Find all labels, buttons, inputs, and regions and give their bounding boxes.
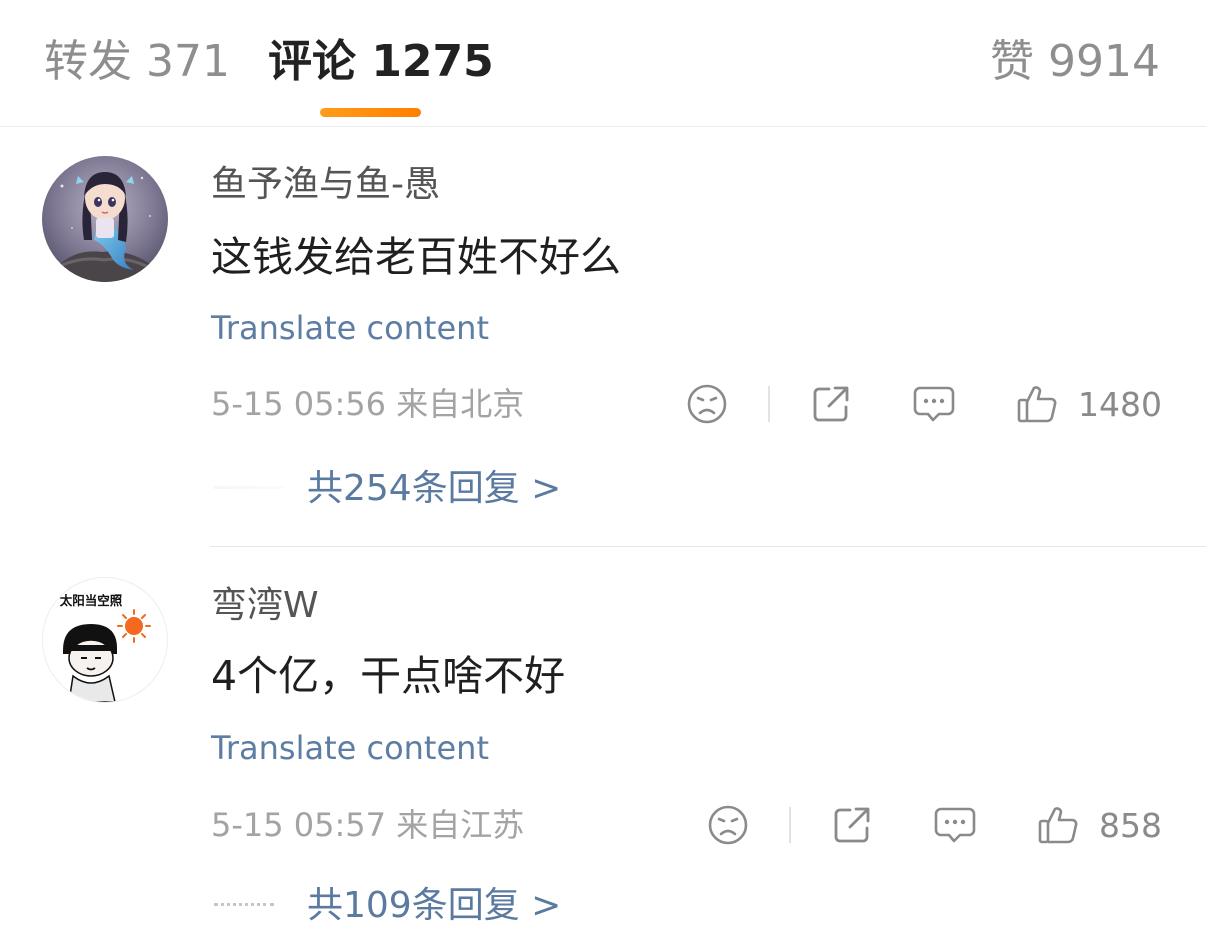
dislike-button[interactable] (686, 383, 728, 425)
tab-repost[interactable]: 转发 371 (44, 32, 230, 92)
thumbs-up-icon (1017, 386, 1057, 423)
thumbs-up-icon (1038, 807, 1078, 844)
sunbathing-cartoon-avatar-icon: 太阳当空照 (43, 578, 167, 702)
like-count: 858 (1099, 805, 1162, 845)
tab-like[interactable]: 赞 9914 (990, 32, 1160, 92)
share-icon (813, 386, 849, 422)
reply-indicator-line (214, 903, 274, 906)
share-button[interactable] (810, 383, 852, 425)
comment-button[interactable] (933, 804, 977, 846)
translate-link[interactable]: Translate content (211, 308, 489, 348)
avatar[interactable] (42, 156, 168, 282)
view-replies-link[interactable]: 共254条回复 > (307, 466, 561, 512)
tab-comment[interactable]: 评论 1275 (268, 32, 494, 92)
tab-bar: 转发 371 评论 1275 赞 9914 (0, 0, 1206, 127)
avatar-caption: 太阳当空照 (60, 593, 123, 608)
action-divider (789, 807, 791, 843)
frown-face-icon (708, 805, 748, 845)
reply-indicator-line (214, 486, 284, 489)
comment-meta: 5-15 05:57 来自江苏 (211, 806, 525, 844)
like-button[interactable]: 858 (1037, 804, 1162, 846)
comment-item: 太阳当空照 弯湾W 4个亿，干点啥不好 Translate content 5-… (0, 547, 1206, 941)
comment-button[interactable] (912, 383, 956, 425)
avatar[interactable]: 太阳当空照 (42, 577, 168, 703)
share-icon (834, 807, 870, 843)
mermaid-girl-avatar-icon (42, 156, 168, 282)
action-divider (768, 386, 771, 422)
frown-face-icon (687, 384, 727, 424)
dislike-button[interactable] (707, 804, 749, 846)
active-tab-indicator (320, 108, 421, 117)
comment-item: 鱼予渔与鱼-愚 这钱发给老百姓不好么 Translate content 5-1… (0, 126, 1206, 546)
comment-text: 4个亿，干点啥不好 (211, 652, 566, 700)
comment-icon (913, 386, 955, 422)
comment-icon (934, 807, 976, 843)
username[interactable]: 弯湾W (211, 583, 319, 629)
view-replies-link[interactable]: 共109条回复 > (307, 883, 561, 929)
like-button[interactable]: 1480 (1016, 383, 1162, 425)
comment-actions: 1480 (686, 382, 1162, 426)
comment-meta: 5-15 05:56 来自北京 (211, 385, 525, 423)
comment-text: 这钱发给老百姓不好么 (211, 233, 621, 281)
share-button[interactable] (831, 804, 873, 846)
username[interactable]: 鱼予渔与鱼-愚 (211, 162, 440, 208)
comment-actions: 858 (707, 803, 1162, 847)
like-count: 1480 (1078, 384, 1162, 424)
translate-link[interactable]: Translate content (211, 728, 489, 768)
